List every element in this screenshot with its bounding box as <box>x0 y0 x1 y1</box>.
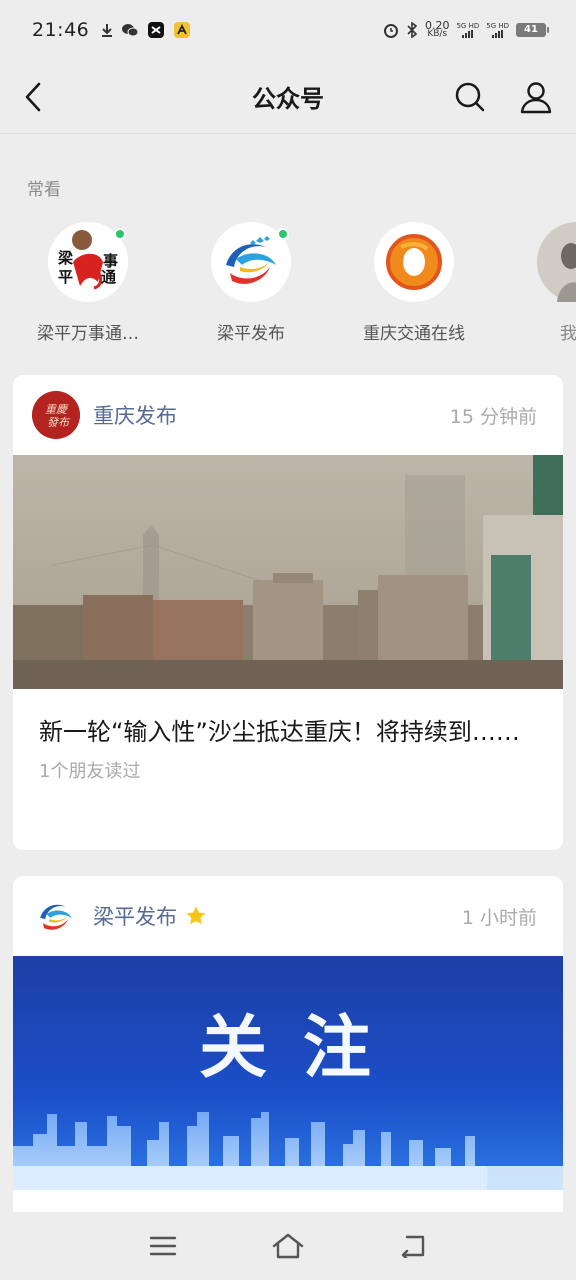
publish-time: 1 小时前 <box>461 906 537 929</box>
chongqing-fabu-logo: 重慶 發布 <box>32 391 80 439</box>
frequent-label: 常看 <box>27 180 61 200</box>
account-avatar <box>374 222 454 302</box>
download-icon <box>102 24 113 37</box>
liangping-fabu-logo <box>226 236 276 284</box>
article-card[interactable]: 梁平发布 1 小时前 关 注 <box>13 876 563 1216</box>
signal-1: 5G HD <box>456 22 479 38</box>
publish-time: 15 分钟前 <box>449 405 537 428</box>
signal-bars-icon <box>462 30 474 38</box>
person-icon <box>520 82 552 114</box>
update-dot <box>114 228 126 240</box>
article-card[interactable]: 重慶 發布 重庆发布 15 分钟前 新一轮“输入性”沙尘抵达重庆！将持续到…… … <box>13 375 563 850</box>
source-name[interactable]: 梁平发布 <box>93 901 177 931</box>
card-header: 梁平发布 1 小时前 <box>13 876 563 956</box>
liangping-fabu-logo <box>40 904 72 930</box>
page-title: 公众号 <box>252 85 324 113</box>
menu-icon <box>149 1236 176 1256</box>
menu-button[interactable] <box>133 1222 193 1270</box>
top-bar: 公众号 <box>0 60 576 134</box>
frequent-account[interactable]: 梁 平 事 通 梁平万事通… <box>13 222 163 344</box>
article-cover-image[interactable]: 关 注 <box>13 956 563 1190</box>
star-icon <box>185 905 207 927</box>
search-icon <box>455 82 485 112</box>
banner-text: 关 注 <box>199 1009 377 1088</box>
account-name: 梁平发布 <box>217 324 285 344</box>
hazy-city-photo <box>13 455 563 689</box>
status-time: 21:46 <box>32 19 90 41</box>
logo-char: 梁 <box>58 249 74 267</box>
app-icon <box>174 22 191 38</box>
chevron-left-icon <box>25 82 41 112</box>
frequent-account[interactable]: 梁平发布 <box>176 222 326 344</box>
frequent-account[interactable]: 重庆交通在线 <box>339 222 489 344</box>
battery-icon: 41 <box>516 23 549 37</box>
network-type-1: 5G HD <box>456 22 480 30</box>
system-nav-bar <box>0 1212 576 1280</box>
account-name: 梁平万事通… <box>37 324 139 344</box>
back-button[interactable] <box>18 78 48 116</box>
search-button[interactable] <box>452 77 488 117</box>
alarm-icon <box>383 24 398 38</box>
home-button[interactable] <box>258 1222 318 1270</box>
article-title[interactable]: 新一轮“输入性”沙尘抵达重庆！将持续到…… <box>13 689 563 751</box>
back-icon <box>402 1235 425 1258</box>
friends-read-count: 1个朋友读过 <box>39 761 141 782</box>
account-avatar: 梁 平 事 通 <box>48 222 128 302</box>
notification-icons <box>101 21 191 39</box>
source-name[interactable]: 重庆发布 <box>93 400 177 430</box>
source-avatar[interactable]: 重慶 發布 <box>32 391 80 439</box>
frequent-accounts-row: 梁 平 事 通 梁平万事通… 梁平发布 重庆交通在线 我 <box>0 222 576 352</box>
speed-unit: KB/s <box>427 29 448 39</box>
source-avatar[interactable] <box>32 892 80 940</box>
account-avatar <box>211 222 291 302</box>
signal-bars-icon <box>492 30 504 38</box>
update-dot <box>277 228 289 240</box>
svg-text:發布: 發布 <box>47 416 71 429</box>
article-cover-image[interactable] <box>13 455 563 689</box>
signal-2: 5G HD <box>486 22 509 38</box>
logo-char: 平 <box>58 268 74 286</box>
account-avatar <box>537 222 576 302</box>
account-name: 我是 <box>560 324 576 344</box>
system-back-button[interactable] <box>383 1222 443 1270</box>
bluetooth-icon <box>407 22 418 38</box>
status-bar: 21:46 0.20 KB/s 5G HD 5G HD 41 <box>0 0 576 60</box>
network-speed: 0.20 KB/s <box>425 20 450 39</box>
svg-text:重慶: 重慶 <box>45 403 69 416</box>
card-header: 重慶 發布 重庆发布 15 分钟前 <box>13 375 563 455</box>
frequent-account[interactable]: 我是 <box>502 222 576 344</box>
logo-char: 通 <box>100 268 116 286</box>
capcut-icon <box>148 22 165 38</box>
person-photo-icon <box>537 222 576 302</box>
system-status: 0.20 KB/s 5G HD 5G HD 41 <box>383 20 549 39</box>
account-name: 重庆交通在线 <box>363 324 465 344</box>
wechat-icon <box>122 24 139 37</box>
home-icon <box>272 1233 304 1259</box>
chongqing-transport-logo <box>386 234 442 290</box>
network-type-2: 5G HD <box>486 22 509 30</box>
profile-button[interactable] <box>518 77 554 117</box>
